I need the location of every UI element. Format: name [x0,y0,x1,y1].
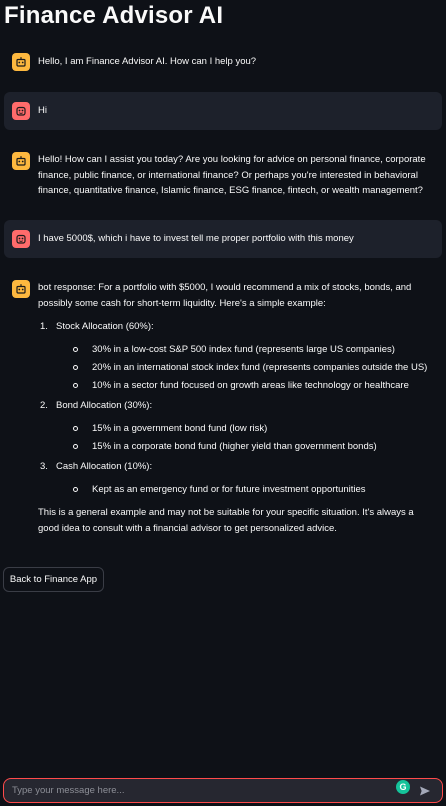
back-to-finance-app-button[interactable]: Back to Finance App [3,567,104,592]
allocation-items: 30% in a low-cost S&P 500 index fund (re… [56,342,434,394]
allocation-section: 1. Stock Allocation (60%): 30% in a low-… [38,319,434,393]
message-text: Hi [38,105,47,116]
message-text: I have 5000$, which i have to invest tel… [38,233,354,244]
message-body: bot response: For a portfolio with $5000… [38,280,434,536]
message-text: Hello, I am Finance Advisor AI. How can … [38,56,257,67]
bot-icon [12,53,30,71]
chat-input-container [3,778,443,803]
allocation-items: Kept as an emergency fund or for future … [56,482,434,498]
section-title: Bond Allocation (30%): [56,400,153,411]
user-face-icon [12,102,30,120]
allocation-section: 3. Cash Allocation (10%): Kept as an eme… [38,459,434,497]
chat-message-user: I have 5000$, which i have to invest tel… [4,220,442,258]
allocation-item: 15% in a corporate bond fund (higher yie… [56,439,434,455]
chat-message-assistant: Hello, I am Finance Advisor AI. How can … [4,47,442,75]
page-title: Finance Advisor AI [4,2,224,29]
section-number: 1. [40,321,48,332]
response-closing: This is a general example and may not be… [38,507,414,534]
bot-icon [12,152,30,170]
allocation-items: 15% in a government bond fund (low risk)… [56,421,434,455]
send-icon[interactable] [416,782,434,800]
section-number: 3. [40,461,48,472]
user-face-icon [12,230,30,248]
section-number: 2. [40,400,48,411]
message-text: Hello! How can I assist you today? Are y… [38,154,426,196]
allocation-item: 20% in an international stock index fund… [56,360,434,376]
chat-message-assistant: Hello! How can I assist you today? Are y… [4,146,442,204]
chat-message-input[interactable] [12,785,416,796]
response-intro: bot response: For a portfolio with $5000… [38,282,412,309]
allocation-list: 1. Stock Allocation (60%): 30% in a low-… [38,319,434,497]
allocation-item: 15% in a government bond fund (low risk) [56,421,434,437]
allocation-item: 30% in a low-cost S&P 500 index fund (re… [56,342,434,358]
chat-message-assistant: bot response: For a portfolio with $5000… [4,274,442,554]
section-title: Stock Allocation (60%): [56,321,154,332]
allocation-item: Kept as an emergency fund or for future … [56,482,434,498]
grammarly-icon[interactable]: G [396,780,410,794]
section-title: Cash Allocation (10%): [56,461,153,472]
bot-icon [12,280,30,298]
allocation-item: 10% in a sector fund focused on growth a… [56,378,434,394]
allocation-section: 2. Bond Allocation (30%): 15% in a gover… [38,398,434,454]
chat-message-user: Hi [4,92,442,130]
